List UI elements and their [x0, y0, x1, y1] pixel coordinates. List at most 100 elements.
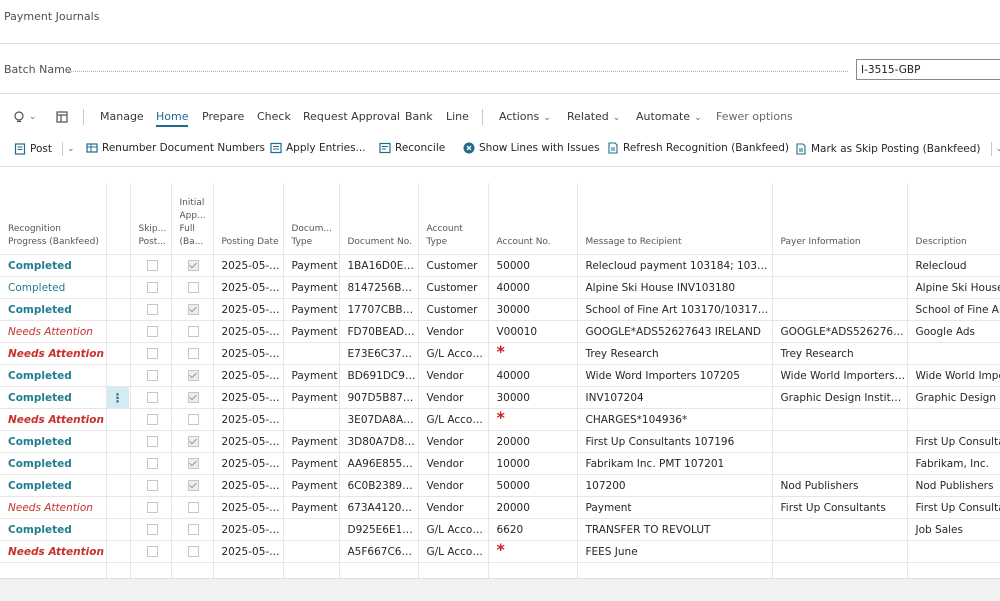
initial-applied-checkbox[interactable] — [187, 524, 199, 535]
account-type-cell[interactable]: G/L Account — [418, 540, 489, 563]
account-type-cell[interactable]: Vendor — [418, 430, 489, 453]
table-row[interactable]: Completed 2025-05-04 D925E6E17C...G/L Acco… — [0, 518, 1000, 541]
recognition-cell[interactable]: Completed — [0, 474, 107, 497]
document-no-cell[interactable]: 17707CBB93... — [339, 298, 419, 321]
empty-cell[interactable] — [772, 562, 908, 578]
message-cell[interactable]: FEES June — [577, 540, 773, 563]
initial-applied-cell[interactable] — [171, 496, 214, 519]
account-type-cell[interactable]: Vendor — [418, 320, 489, 343]
payer-information-cell[interactable]: Trey Research — [772, 342, 908, 365]
recognition-cell[interactable]: Needs Attention — [0, 540, 107, 563]
document-type-cell[interactable]: Payment — [283, 276, 340, 299]
column-header-document-no[interactable]: Document No. — [339, 183, 419, 255]
description-cell[interactable]: Google Ads — [907, 320, 1000, 343]
account-no-cell[interactable]: V00010 — [488, 320, 578, 343]
account-type-cell[interactable]: Vendor — [418, 474, 489, 497]
description-cell[interactable]: Job Sales — [907, 518, 1000, 541]
document-no-cell[interactable]: 3E07DA8A9D... — [339, 408, 419, 431]
initial-applied-cell[interactable] — [171, 452, 214, 475]
initial-applied-checkbox[interactable] — [187, 546, 199, 557]
column-header-account-no[interactable]: Account No. — [488, 183, 578, 255]
message-cell[interactable]: First Up Consultants 107196 — [577, 430, 773, 453]
document-type-cell[interactable] — [283, 518, 340, 541]
search-actions-button[interactable]: ⌄ — [12, 108, 37, 126]
description-cell[interactable] — [907, 342, 1000, 365]
initial-applied-checkbox[interactable] — [187, 370, 199, 381]
recognition-status[interactable]: Needs Attention — [8, 414, 104, 426]
chevron-down-icon[interactable]: ⌄ — [996, 144, 1000, 154]
account-type-cell[interactable]: Vendor — [418, 496, 489, 519]
account-type-cell[interactable]: Vendor — [418, 452, 489, 475]
description-cell[interactable] — [907, 540, 1000, 563]
document-no-cell[interactable]: E73E6C3770... — [339, 342, 419, 365]
account-no-cell[interactable]: 10000 — [488, 452, 578, 475]
skip-posting-checkbox[interactable] — [146, 546, 158, 557]
skip-posting-cell[interactable] — [130, 518, 172, 541]
recognition-cell[interactable]: Completed — [0, 276, 107, 299]
initial-applied-cell[interactable] — [171, 276, 214, 299]
initial-applied-cell[interactable] — [171, 342, 214, 365]
apply-entries-button[interactable]: Apply Entries... — [270, 142, 366, 154]
payer-information-cell[interactable]: First Up Consultants — [772, 496, 908, 519]
initial-applied-checkbox[interactable] — [187, 326, 199, 337]
empty-cell[interactable] — [577, 562, 773, 578]
table-row[interactable]: Completed 2025-05-02 Payment 8147256B6... Cu… — [0, 276, 1000, 299]
description-cell[interactable]: School of Fine Art — [907, 298, 1000, 321]
skip-posting-cell[interactable] — [130, 342, 172, 365]
posting-date-cell[interactable]: 2025-05-04 — [213, 452, 284, 475]
empty-cell[interactable] — [106, 562, 131, 578]
column-header-description[interactable]: Description — [907, 183, 1000, 255]
table-row[interactable]: Needs Attention 2025-05-03 3E07DA8A9D...G/… — [0, 408, 1000, 431]
initial-applied-cell[interactable] — [171, 540, 214, 563]
skip-posting-checkbox[interactable] — [146, 304, 158, 315]
account-type-cell[interactable]: G/L Account — [418, 342, 489, 365]
message-cell[interactable]: CHARGES*104936* — [577, 408, 773, 431]
tab-actions[interactable]: Actions ⌄ — [499, 110, 551, 123]
open-in-new-window-button[interactable] — [56, 108, 68, 126]
posting-date-cell[interactable]: 2025-05-04 — [213, 496, 284, 519]
recognition-status[interactable]: Completed — [8, 282, 65, 294]
message-cell[interactable]: TRANSFER TO REVOLUT — [577, 518, 773, 541]
skip-posting-cell[interactable] — [130, 386, 172, 409]
skip-posting-cell[interactable] — [130, 408, 172, 431]
empty-cell[interactable] — [283, 562, 340, 578]
posting-date-cell[interactable]: 2025-05-03 — [213, 408, 284, 431]
tab-check[interactable]: Check — [257, 110, 291, 123]
initial-applied-cell[interactable] — [171, 254, 214, 277]
renumber-document-numbers-button[interactable]: Renumber Document Numbers — [86, 142, 265, 154]
tab-related[interactable]: Related ⌄ — [567, 110, 620, 123]
empty-cell[interactable] — [907, 562, 1000, 578]
empty-cell[interactable] — [418, 562, 489, 578]
posting-date-cell[interactable]: 2025-05-04 — [213, 474, 284, 497]
tab-bank[interactable]: Bank — [405, 110, 433, 123]
message-cell[interactable]: 107200 — [577, 474, 773, 497]
message-cell[interactable]: INV107204 — [577, 386, 773, 409]
table-row[interactable]: Needs Attention 2025-05-02 Payment FD70BEAD… — [0, 320, 1000, 343]
account-no-cell[interactable]: 6620 — [488, 518, 578, 541]
message-cell[interactable]: Trey Research — [577, 342, 773, 365]
empty-cell[interactable] — [339, 562, 419, 578]
posting-date-cell[interactable]: 2025-05-02 — [213, 298, 284, 321]
description-cell[interactable]: Alpine Ski House — [907, 276, 1000, 299]
column-header-document-type[interactable]: Docum... Type — [283, 183, 340, 255]
document-type-cell[interactable]: Payment — [283, 320, 340, 343]
description-cell[interactable]: Wide World Impor — [907, 364, 1000, 387]
payer-information-cell[interactable] — [772, 518, 908, 541]
payer-information-cell[interactable] — [772, 452, 908, 475]
account-no-cell[interactable]: 40000 — [488, 276, 578, 299]
document-type-cell[interactable] — [283, 408, 340, 431]
payer-information-cell[interactable] — [772, 430, 908, 453]
recognition-cell[interactable]: Completed — [0, 298, 107, 321]
table-row[interactable]: Completed 2025-05-04 Payment AA96E855DF... V… — [0, 452, 1000, 475]
recognition-status[interactable]: Needs Attention — [8, 546, 104, 558]
empty-cell[interactable] — [0, 562, 107, 578]
table-row[interactable]: Completed 2025-05-04Payment6C0B2389AA...V… — [0, 474, 1000, 497]
recognition-cell[interactable]: Completed — [0, 518, 107, 541]
document-no-cell[interactable]: AA96E855DF... — [339, 452, 419, 475]
tab-home[interactable]: Home — [156, 110, 189, 127]
description-cell[interactable]: First Up Consultan — [907, 496, 1000, 519]
recognition-cell[interactable]: Completed — [0, 386, 107, 409]
posting-date-cell[interactable]: 2025-05-03 — [213, 386, 284, 409]
account-type-cell[interactable]: Vendor — [418, 364, 489, 387]
skip-posting-checkbox[interactable] — [146, 436, 158, 447]
